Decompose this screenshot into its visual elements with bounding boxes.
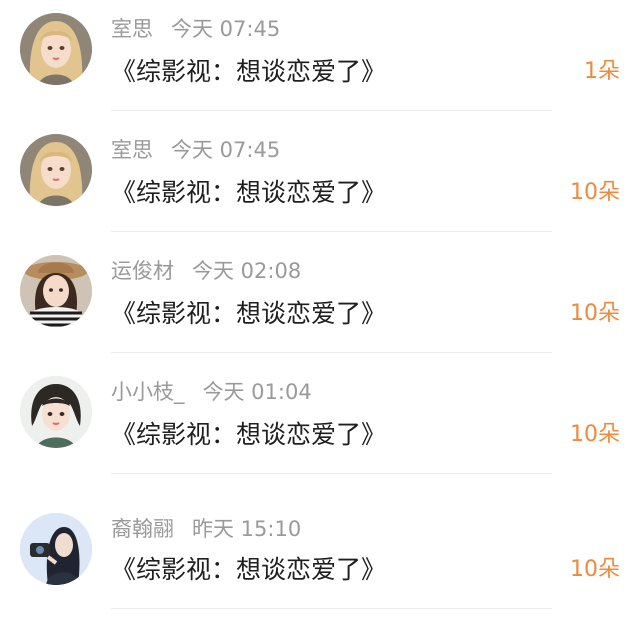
timestamp: 昨天 15:10 <box>192 517 302 541</box>
gift-record-list: 室思 今天 07:45 《综影视：想谈恋爱了》 1朵 室思 今天 07:45 《综影… <box>0 0 640 623</box>
user-name[interactable]: 室思 <box>111 138 153 162</box>
divider <box>111 110 552 111</box>
list-item[interactable]: 小小枝_ 今天 01:04 《综影视：想谈恋爱了》 10朵 <box>0 363 640 484</box>
timestamp: 今天 07:45 <box>171 17 281 41</box>
avatar-girl-hat-icon[interactable] <box>20 255 92 327</box>
divider <box>111 608 552 609</box>
flower-count: 1朵 <box>584 59 620 84</box>
divider <box>111 473 552 474</box>
avatar-blonde-girl-icon[interactable] <box>20 13 92 85</box>
divider <box>111 352 552 353</box>
book-title[interactable]: 《综影视：想谈恋爱了》 <box>111 296 386 332</box>
list-item[interactable]: 运俊材 今天 02:08 《综影视：想谈恋爱了》 10朵 <box>0 242 640 363</box>
timestamp: 今天 01:04 <box>202 380 312 404</box>
flower-count: 10朵 <box>570 557 620 582</box>
flower-count: 10朵 <box>570 301 620 326</box>
avatar-camera-girl-icon[interactable] <box>20 513 92 585</box>
divider <box>111 231 552 232</box>
timestamp: 今天 02:08 <box>192 259 302 283</box>
book-title[interactable]: 《综影视：想谈恋爱了》 <box>111 175 386 211</box>
timestamp: 今天 07:45 <box>171 138 281 162</box>
avatar-blonde-girl-icon[interactable] <box>20 134 92 206</box>
list-item[interactable]: 室思 今天 07:45 《综影视：想谈恋爱了》 1朵 <box>0 0 640 121</box>
user-name[interactable]: 裔翰翮 <box>111 517 174 541</box>
avatar-short-hair-girl-icon[interactable] <box>20 376 92 448</box>
book-title[interactable]: 《综影视：想谈恋爱了》 <box>111 552 386 588</box>
flower-count: 10朵 <box>570 180 620 205</box>
list-item[interactable]: 裔翰翮 昨天 15:10 《综影视：想谈恋爱了》 10朵 <box>0 496 640 617</box>
book-title[interactable]: 《综影视：想谈恋爱了》 <box>111 417 386 453</box>
list-item[interactable]: 室思 今天 07:45 《综影视：想谈恋爱了》 10朵 <box>0 121 640 242</box>
flower-count: 10朵 <box>570 422 620 447</box>
book-title[interactable]: 《综影视：想谈恋爱了》 <box>111 54 386 90</box>
user-name[interactable]: 运俊材 <box>111 259 174 283</box>
user-name[interactable]: 小小枝_ <box>111 380 185 404</box>
user-name[interactable]: 室思 <box>111 17 153 41</box>
